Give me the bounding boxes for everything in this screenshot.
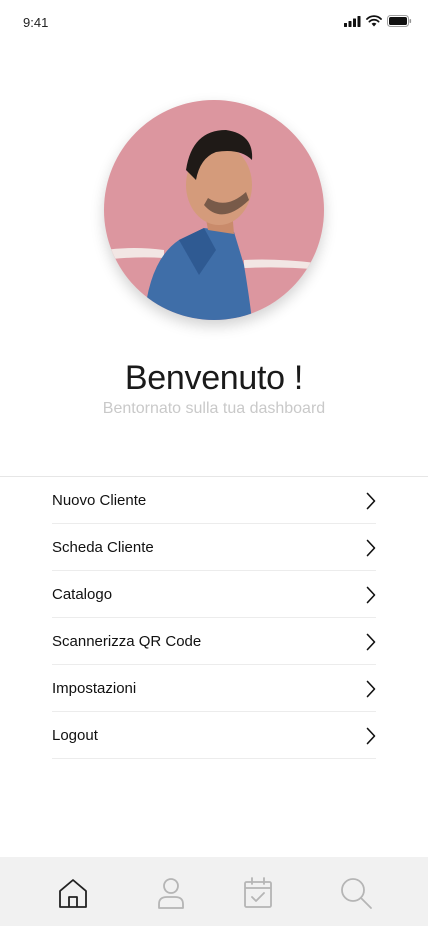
menu-item-scannerizza-qr-code[interactable]: Scannerizza QR Code <box>52 618 376 665</box>
chevron-right-icon <box>366 727 376 745</box>
menu-item-label: Logout <box>52 726 98 744</box>
chevron-right-icon <box>366 680 376 698</box>
chevron-right-icon <box>366 539 376 557</box>
menu-item-label: Impostazioni <box>52 679 137 697</box>
home-icon <box>59 879 87 908</box>
status-time: 9:41 <box>23 15 49 30</box>
user-icon <box>158 878 184 909</box>
cellular-signal-icon <box>344 15 361 27</box>
tab-profile[interactable] <box>153 875 189 911</box>
tab-bar <box>0 857 428 926</box>
chevron-right-icon <box>366 492 376 510</box>
menu-item-catalogo[interactable]: Catalogo <box>52 571 376 618</box>
profile-photo <box>104 100 324 320</box>
tab-calendar[interactable] <box>240 875 276 911</box>
menu-list: Nuovo Cliente Scheda Cliente Catalogo Sc… <box>52 477 376 759</box>
battery-icon <box>387 15 412 27</box>
welcome-subtitle: Bentornato sulla tua dashboard <box>102 400 326 417</box>
menu-item-label: Scheda Cliente <box>52 538 154 556</box>
menu-item-nuovo-cliente[interactable]: Nuovo Cliente <box>52 477 376 524</box>
tab-search[interactable] <box>338 875 374 911</box>
avatar <box>104 100 324 320</box>
wifi-icon <box>366 15 382 27</box>
chevron-right-icon <box>366 633 376 651</box>
tab-home[interactable] <box>55 875 91 911</box>
status-bar: 9:41 <box>0 0 428 44</box>
menu-item-label: Nuovo Cliente <box>52 491 147 509</box>
status-icons <box>344 15 412 27</box>
chevron-right-icon <box>366 586 376 604</box>
menu-item-scheda-cliente[interactable]: Scheda Cliente <box>52 524 376 571</box>
menu-item-logout[interactable]: Logout <box>52 712 376 759</box>
calendar-check-icon <box>244 877 272 908</box>
menu-item-label: Catalogo <box>52 585 113 603</box>
menu-item-label: Scannerizza QR Code <box>52 632 202 650</box>
welcome-title: Benvenuto ! <box>124 359 304 397</box>
menu-item-impostazioni[interactable]: Impostazioni <box>52 665 376 712</box>
search-icon <box>341 878 372 909</box>
